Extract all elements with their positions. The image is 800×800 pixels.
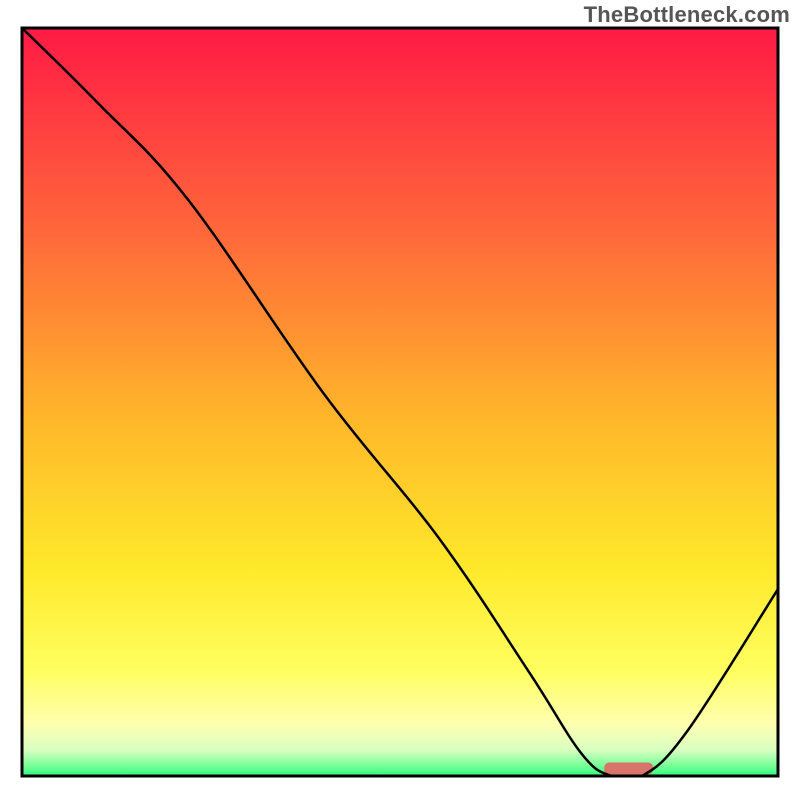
bottleneck-chart (0, 0, 800, 800)
watermark-text: TheBottleneck.com (584, 2, 790, 28)
chart-container: TheBottleneck.com (0, 0, 800, 800)
